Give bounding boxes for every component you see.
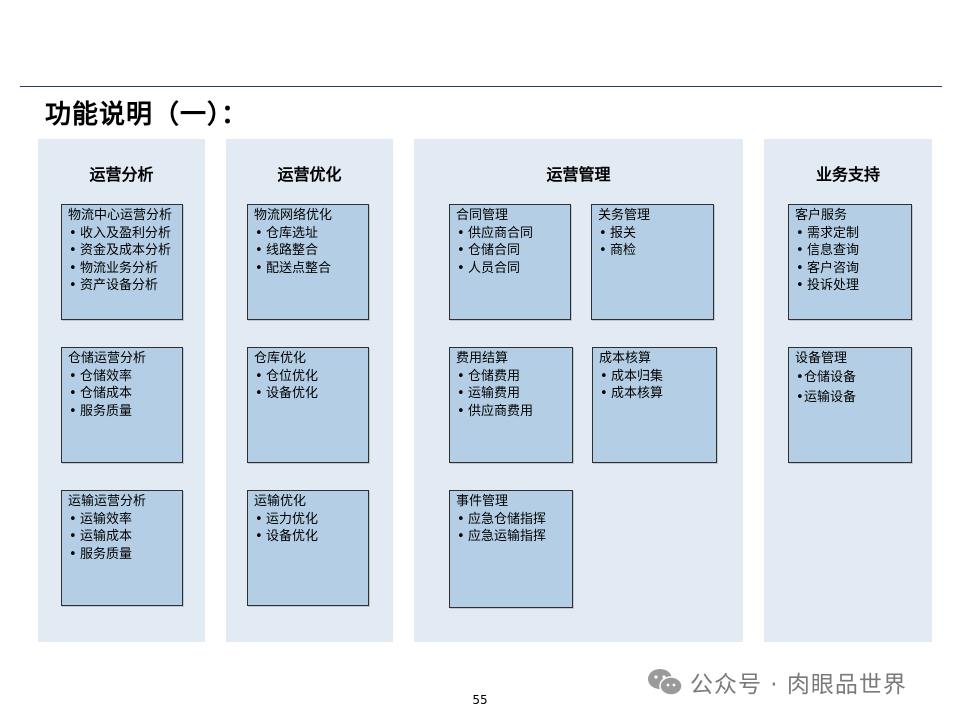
list-item: 供应商合同	[456, 225, 564, 243]
list-item: 仓储设备	[795, 368, 905, 388]
function-box: 成本核算 成本归集 成本核算	[592, 347, 717, 463]
list-item: 仓储成本	[68, 385, 176, 403]
function-box: 仓库优化 仓位优化 设备优化	[247, 347, 369, 463]
column-operations-analysis: 运营分析 物流中心运营分析 收入及盈利分析 资金及成本分析 物流业务分析 资产设…	[38, 139, 205, 642]
box-item-list: 供应商合同 仓储合同 人员合同	[456, 225, 564, 278]
box-item-list: 仓储费用 运输费用 供应商费用	[456, 368, 566, 421]
list-item: 仓储费用	[456, 368, 566, 386]
list-item: 人员合同	[456, 260, 564, 278]
box-title: 合同管理	[456, 208, 509, 223]
list-item: 客户咨询	[795, 260, 905, 278]
box-item-list: 成本归集 成本核算	[599, 368, 710, 403]
box-title: 运输优化	[254, 494, 307, 509]
box-item-list: 收入及盈利分析 资金及成本分析 物流业务分析 资产设备分析	[68, 225, 176, 295]
list-item: 应急运输指挥	[456, 528, 566, 546]
page-number: 55	[472, 693, 488, 707]
function-box: 物流网络优化 仓库选址 线路整合 配送点整合	[247, 204, 369, 320]
page-title: 功能说明（一）：	[45, 100, 249, 130]
function-box: 客户服务 需求定制 信息查询 客户咨询 投诉处理	[788, 204, 912, 320]
box-title: 设备管理	[795, 351, 848, 366]
box-title: 费用结算	[456, 351, 509, 366]
box-title: 仓储运营分析	[68, 351, 147, 366]
column-operations-optimization: 运营优化 物流网络优化 仓库选址 线路整合 配送点整合 仓库优化 仓位优化 设备…	[226, 139, 393, 642]
function-box: 仓储运营分析 仓储效率 仓储成本 服务质量	[61, 347, 183, 463]
list-item: 仓储效率	[68, 368, 176, 386]
column-title: 业务支持	[815, 165, 880, 184]
list-item: 服务质量	[68, 403, 176, 421]
box-title: 运输运营分析	[68, 494, 147, 509]
list-item: 运输设备	[795, 388, 905, 408]
list-item: 成本归集	[599, 368, 710, 386]
list-item: 运输成本	[68, 528, 176, 546]
list-item: 仓位优化	[254, 368, 362, 386]
column-title: 运营分析	[89, 165, 154, 184]
list-item: 成本核算	[599, 385, 710, 403]
list-item: 物流业务分析	[68, 260, 176, 278]
list-item: 投诉处理	[795, 277, 905, 295]
list-item: 报关	[598, 225, 707, 243]
function-box: 费用结算 仓储费用 运输费用 供应商费用	[449, 347, 573, 463]
box-item-list: 运力优化 设备优化	[254, 511, 362, 546]
function-box: 合同管理 供应商合同 仓储合同 人员合同	[449, 204, 571, 320]
list-item: 线路整合	[254, 242, 362, 260]
box-item-list: 仓位优化 设备优化	[254, 368, 362, 403]
list-item: 仓储合同	[456, 242, 564, 260]
box-item-list: 需求定制 信息查询 客户咨询 投诉处理	[795, 225, 905, 295]
list-item: 运输效率	[68, 511, 176, 529]
list-item: 设备优化	[254, 385, 362, 403]
list-item: 需求定制	[795, 225, 905, 243]
function-box: 运输优化 运力优化 设备优化	[247, 490, 369, 606]
list-item: 服务质量	[68, 546, 176, 564]
box-title: 物流网络优化	[254, 208, 333, 223]
function-box: 事件管理 应急仓储指挥 应急运输指挥	[449, 490, 573, 608]
box-title: 成本核算	[599, 351, 652, 366]
box-item-list: 应急仓储指挥 应急运输指挥	[456, 511, 566, 546]
list-item: 商检	[598, 242, 707, 260]
list-item: 应急仓储指挥	[456, 511, 566, 529]
header-divider	[20, 86, 942, 87]
list-item: 仓库选址	[254, 225, 362, 243]
box-title: 物流中心运营分析	[68, 208, 173, 223]
list-item: 运力优化	[254, 511, 362, 529]
list-item: 供应商费用	[456, 403, 566, 421]
box-item-list: 运输效率 运输成本 服务质量	[68, 511, 176, 564]
box-item-list: 仓库选址 线路整合 配送点整合	[254, 225, 362, 278]
box-title: 关务管理	[598, 208, 651, 223]
function-box: 关务管理 报关 商检	[591, 204, 714, 320]
column-operations-management: 运营管理 合同管理 供应商合同 仓储合同 人员合同 关务管理 报关 商检 费用结…	[414, 139, 743, 642]
list-item: 设备优化	[254, 528, 362, 546]
column-title: 运营优化	[277, 165, 342, 184]
list-item: 运输费用	[456, 385, 566, 403]
box-item-list: 仓储设备 运输设备	[795, 368, 905, 408]
column-title: 运营管理	[546, 165, 611, 184]
list-item: 收入及盈利分析	[68, 225, 176, 243]
list-item: 资金及成本分析	[68, 242, 176, 260]
box-item-list: 仓储效率 仓储成本 服务质量	[68, 368, 176, 421]
box-title: 仓库优化	[254, 351, 307, 366]
list-item: 信息查询	[795, 242, 905, 260]
function-box: 运输运营分析 运输效率 运输成本 服务质量	[61, 490, 183, 606]
box-item-list: 报关 商检	[598, 225, 707, 260]
function-box: 物流中心运营分析 收入及盈利分析 资金及成本分析 物流业务分析 资产设备分析	[61, 204, 183, 320]
box-title: 事件管理	[456, 494, 509, 509]
column-business-support: 业务支持 客户服务 需求定制 信息查询 客户咨询 投诉处理 设备管理 仓储设备 …	[764, 139, 932, 642]
list-item: 配送点整合	[254, 260, 362, 278]
box-title: 客户服务	[795, 208, 848, 223]
function-box: 设备管理 仓储设备 运输设备	[788, 347, 912, 463]
list-item: 资产设备分析	[68, 277, 176, 295]
